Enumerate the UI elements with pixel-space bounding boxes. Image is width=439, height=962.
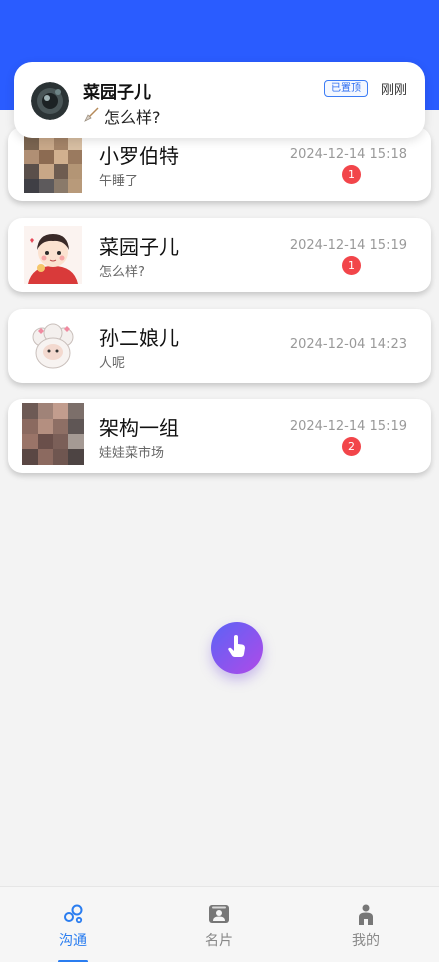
chat-time: 2024-12-14 15:19 [289,238,407,253]
chat-preview: 人呢 [99,356,126,371]
notification-sender: 菜园子儿 [83,83,151,103]
chat-time: 2024-12-14 15:19 [289,419,407,434]
tab-profile[interactable]: 我的 [293,887,439,962]
chat-bubbles-icon [61,902,85,926]
chat-name: 小罗伯特 [99,144,179,168]
unread-badge: 2 [342,437,361,456]
broom-icon [83,105,101,127]
message-notification-banner[interactable]: 菜园子儿 怎么样? 已置顶 刚刚 [14,62,425,138]
tab-label: 名片 [205,933,233,949]
chat-time: 2024-12-04 14:23 [289,337,407,352]
avatar [24,317,82,375]
avatar [24,135,82,193]
tab-label: 沟通 [59,933,87,949]
pinned-badge: 已置顶 [324,80,368,97]
avatar [22,403,84,465]
unread-badge: 1 [342,165,361,184]
chat-item[interactable]: 菜园子儿 怎么样? 2024-12-14 15:19 1 [8,218,431,292]
chat-item[interactable]: 小罗伯特 午睡了 2024-12-14 15:18 1 [8,127,431,201]
tab-label: 我的 [352,933,380,949]
chat-time: 2024-12-14 15:18 [289,147,407,162]
chat-item[interactable]: 架构一组 娃娃菜市场 2024-12-14 15:19 2 [8,399,431,473]
tab-cards[interactable]: 名片 [146,887,292,962]
notification-time: 刚刚 [381,83,408,98]
chat-preview: 怎么样? [99,265,145,280]
unread-badge: 1 [342,256,361,275]
chat-name: 孙二娘儿 [99,326,179,350]
chat-preview: 午睡了 [99,174,139,189]
notification-message: 怎么样? [104,108,161,127]
person-icon [354,902,378,926]
bottom-tab-bar: 沟通 名片 我的 [0,886,439,962]
notification-message-row: 怎么样? [83,104,161,128]
chat-preview: 娃娃菜市场 [99,446,165,461]
avatar [24,226,82,284]
floating-action-button[interactable] [211,622,263,674]
chat-item[interactable]: 孙二娘儿 人呢 2024-12-04 14:23 [8,309,431,383]
notification-avatar [31,82,69,120]
tap-hand-icon [224,633,250,663]
contact-card-icon [207,902,231,926]
chat-name: 架构一组 [99,416,179,440]
tab-chat[interactable]: 沟通 [0,887,146,962]
chat-name: 菜园子儿 [99,235,179,259]
